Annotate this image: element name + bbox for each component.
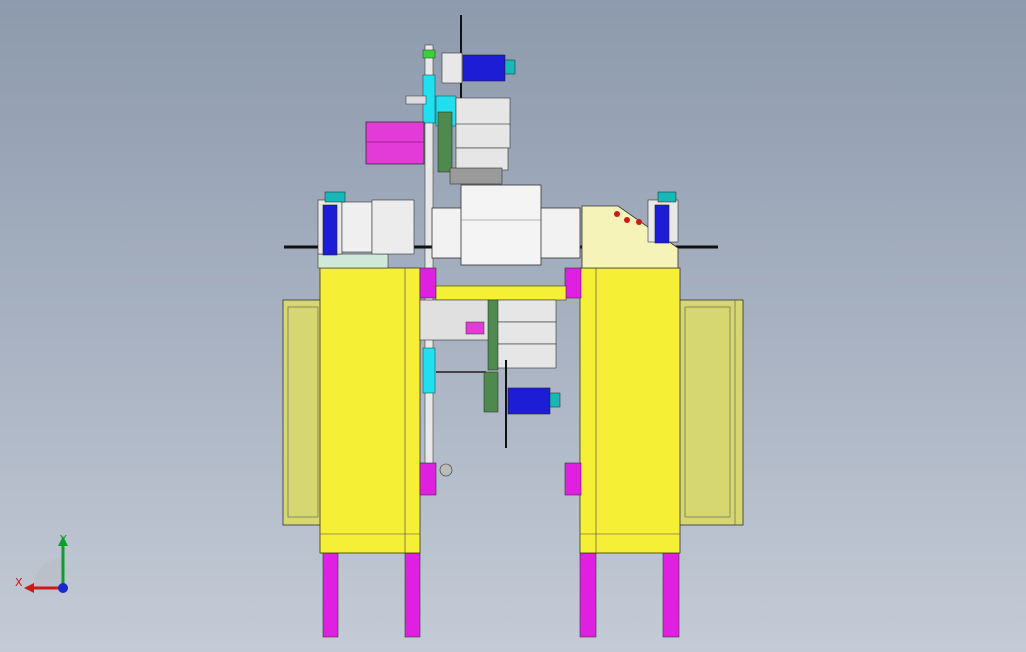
right-control-panel: [581, 191, 679, 269]
left-frame: [317, 253, 421, 554]
left-motor-set: [317, 191, 415, 256]
machine-assembly-drawing[interactable]: [0, 0, 1026, 652]
coordinate-triad-icon: [24, 536, 68, 593]
machine-legs: [322, 552, 680, 638]
right-cabinet: [677, 299, 744, 526]
cad-viewport[interactable]: X Y: [0, 0, 1026, 652]
left-cabinet: [282, 299, 324, 526]
right-frame: [579, 267, 681, 554]
upper-motor-stack: [365, 15, 516, 185]
lower-mechanism: [419, 299, 561, 477]
x-axis-label: X: [15, 576, 23, 589]
y-axis-label: Y: [60, 533, 67, 546]
